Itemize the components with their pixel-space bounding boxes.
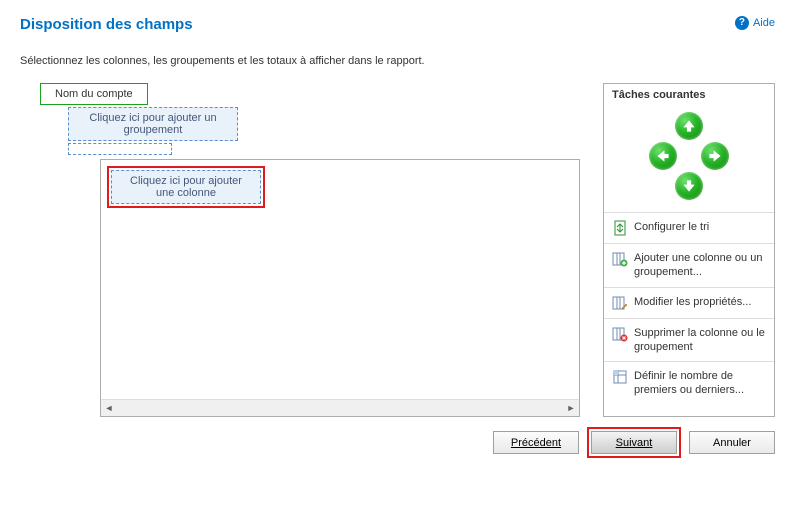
add-column-placeholder[interactable]: Cliquez ici pour ajouter une colonne bbox=[111, 170, 261, 204]
task-add-column-group[interactable]: Ajouter une colonne ou un groupement... bbox=[604, 244, 774, 288]
grouping-indent-placeholder[interactable] bbox=[68, 143, 172, 155]
header-row: Disposition des champs ? Aide bbox=[20, 10, 775, 35]
task-delete-column-group[interactable]: Supprimer la colonne ou le groupement bbox=[604, 319, 774, 363]
help-label: Aide bbox=[753, 17, 775, 29]
task-define-firsts-lasts[interactable]: Définir le nombre de premiers ou dernier… bbox=[604, 362, 774, 405]
task-label: Modifier les propriétés... bbox=[634, 295, 751, 309]
instruction-text: Sélectionnez les colonnes, les groupemen… bbox=[20, 55, 775, 67]
help-link[interactable]: ? Aide bbox=[735, 16, 775, 30]
layout-column: Nom du compte Cliquez ici pour ajouter u… bbox=[20, 83, 597, 417]
scroll-right-icon[interactable]: ► bbox=[563, 400, 579, 416]
arrow-right-icon bbox=[708, 149, 722, 163]
task-label: Définir le nombre de premiers ou dernier… bbox=[634, 369, 766, 398]
task-label: Ajouter une colonne ou un groupement... bbox=[634, 251, 766, 280]
next-label: Suivant bbox=[616, 437, 653, 449]
arrow-down-icon bbox=[682, 179, 696, 193]
footer-buttons: Précédent Suivant Annuler bbox=[20, 427, 775, 458]
direction-arrows bbox=[604, 106, 774, 213]
page-title: Disposition des champs bbox=[20, 16, 193, 33]
horizontal-scrollbar[interactable]: ◄ ► bbox=[101, 399, 579, 416]
arrow-down-button[interactable] bbox=[675, 172, 703, 200]
arrow-left-icon bbox=[656, 149, 670, 163]
account-name-field[interactable]: Nom du compte bbox=[40, 83, 148, 105]
tasks-panel: Tâches courantes Configurer le tri bbox=[603, 83, 775, 417]
report-canvas: Cliquez ici pour ajouter une colonne ◄ ► bbox=[100, 159, 580, 417]
task-label: Supprimer la colonne ou le groupement bbox=[634, 326, 766, 355]
add-grouping-placeholder[interactable]: Cliquez ici pour ajouter un groupement bbox=[68, 107, 238, 141]
arrow-left-button[interactable] bbox=[649, 142, 677, 170]
tasks-title: Tâches courantes bbox=[604, 84, 774, 106]
filter-n-icon bbox=[612, 369, 628, 385]
help-icon: ? bbox=[735, 16, 749, 30]
cancel-button[interactable]: Annuler bbox=[689, 431, 775, 454]
task-configure-sort[interactable]: Configurer le tri bbox=[604, 213, 774, 244]
arrow-up-icon bbox=[682, 119, 696, 133]
previous-button[interactable]: Précédent bbox=[493, 431, 579, 454]
next-button[interactable]: Suivant bbox=[591, 431, 677, 454]
next-button-highlight: Suivant bbox=[587, 427, 681, 458]
add-column-highlight: Cliquez ici pour ajouter une colonne bbox=[107, 166, 265, 208]
prev-label: Précédent bbox=[511, 437, 561, 449]
scroll-left-icon[interactable]: ◄ bbox=[101, 400, 117, 416]
add-column-icon bbox=[612, 251, 628, 267]
arrow-up-button[interactable] bbox=[675, 112, 703, 140]
arrow-right-button[interactable] bbox=[701, 142, 729, 170]
properties-icon bbox=[612, 295, 628, 311]
delete-column-icon bbox=[612, 326, 628, 342]
task-modify-properties[interactable]: Modifier les propriétés... bbox=[604, 288, 774, 319]
sort-icon bbox=[612, 220, 628, 236]
main-area: Nom du compte Cliquez ici pour ajouter u… bbox=[20, 83, 775, 417]
task-label: Configurer le tri bbox=[634, 220, 709, 234]
